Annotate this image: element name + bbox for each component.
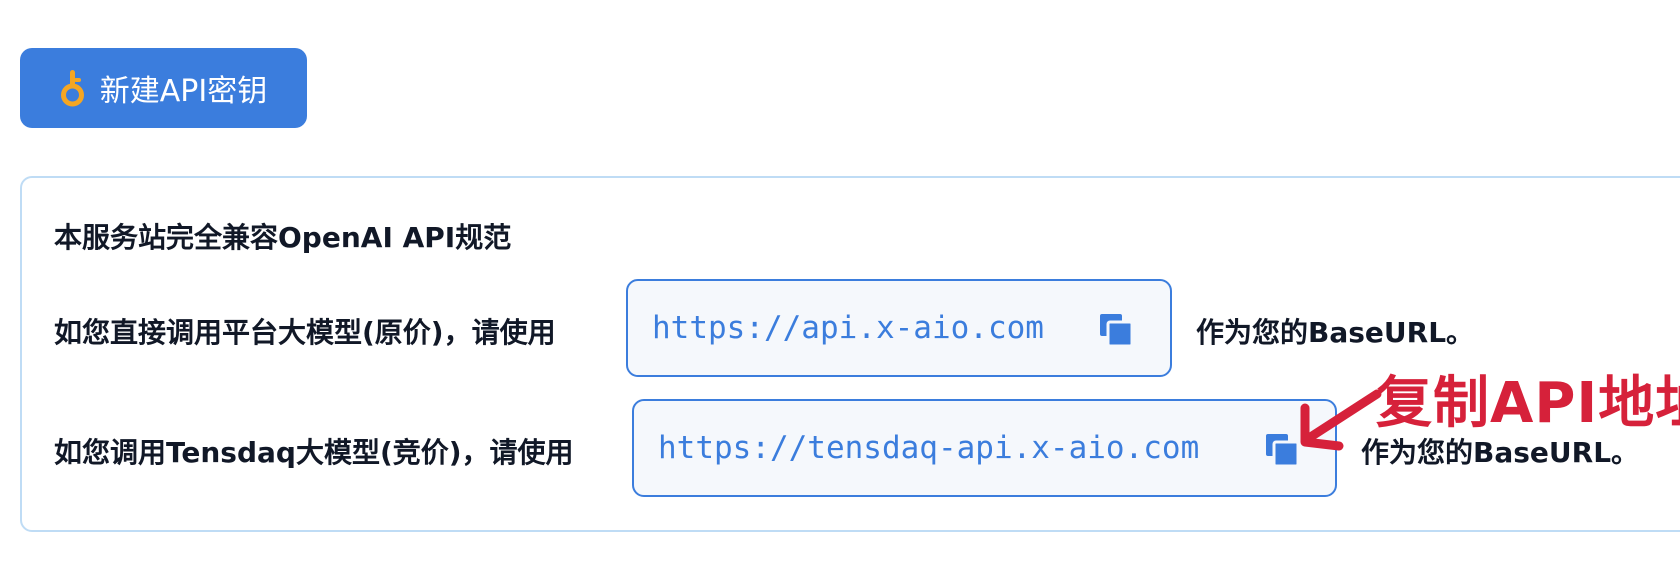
base-url-2[interactable]: https://tensdaq-api.x-aio.com [658, 430, 1199, 466]
base-url-box-1[interactable]: https://api.x-aio.com [626, 279, 1172, 377]
copy-icon[interactable] [1098, 312, 1134, 348]
new-api-key-label: 新建API密钥 [99, 74, 268, 109]
row-1-prefix: 如您直接调用平台大模型(原价)，请使用 [54, 316, 556, 349]
key-icon [60, 68, 86, 108]
base-url-1[interactable]: https://api.x-aio.com [652, 310, 1044, 346]
row-1-suffix: 作为您的BaseURL。 [1196, 316, 1475, 349]
copy-api-address-annotation: 复制API地址 [1376, 371, 1680, 436]
base-url-box-2[interactable]: https://tensdaq-api.x-aio.com [632, 399, 1337, 497]
compatibility-statement: 本服务站完全兼容OpenAI API规范 [54, 221, 512, 254]
arrow-icon [1300, 389, 1382, 451]
row-2-prefix: 如您调用Tensdaq大模型(竞价)，请使用 [54, 436, 574, 469]
new-api-key-button[interactable]: 新建API密钥 [20, 48, 307, 128]
